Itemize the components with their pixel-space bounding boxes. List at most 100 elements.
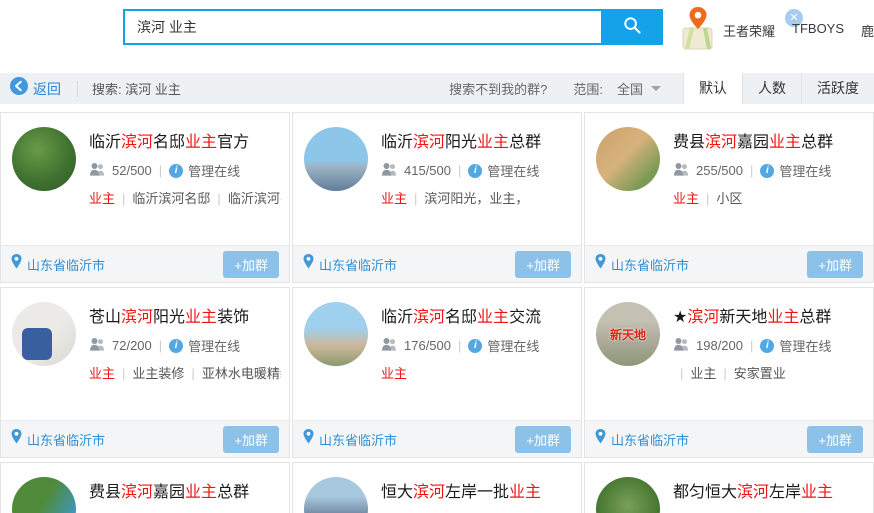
join-group-button[interactable]: +加群: [223, 426, 279, 453]
location-text: 山东省临沂市: [611, 255, 689, 274]
chevron-down-icon: [651, 86, 661, 91]
location-text: 山东省临沂市: [27, 430, 105, 449]
members-icon: [89, 337, 106, 354]
info-icon: i: [760, 339, 774, 353]
group-title[interactable]: 恒大滨河左岸一批业主: [381, 478, 573, 502]
title-text: 费县: [89, 484, 121, 501]
info-icon: i: [760, 164, 774, 178]
location-pin-icon: [11, 429, 22, 449]
title-highlight: 业主: [477, 309, 509, 326]
meta-divider: |: [743, 338, 760, 353]
info-icon: i: [169, 164, 183, 178]
group-tags: 业主|小区: [673, 188, 865, 207]
group-location: 山东省临沂市: [11, 254, 105, 274]
filter-toolbar: 返回 搜索: 滨河 业主 搜索不到我的群? 范围: 全国 默认 人数 活跃度: [0, 73, 874, 104]
title-highlight: 业主: [509, 484, 541, 501]
group-avatar[interactable]: [304, 477, 368, 513]
title-text: 交流: [509, 309, 541, 326]
group-card: 临沂滨河名邸业主官方52/500|i管理在线业主|临沂滨河名邸|临沂滨河名...…: [0, 112, 290, 283]
members-icon: [673, 162, 690, 179]
group-avatar[interactable]: [12, 127, 76, 191]
info-icon: i: [169, 339, 183, 353]
admin-online-status: 管理在线: [779, 161, 831, 180]
tag: 临沂滨河名邸: [132, 191, 210, 206]
hot-link-luhan[interactable]: 鹿晗: [861, 21, 874, 40]
toolbar-right: 搜索不到我的群? 范围: 全国 默认 人数 活跃度: [449, 73, 874, 104]
scope-dropdown[interactable]: 全国: [617, 79, 661, 98]
location-pin-icon: [595, 254, 606, 274]
title-text: 名邸: [445, 309, 477, 326]
search-input[interactable]: [123, 9, 601, 45]
join-group-button[interactable]: +加群: [515, 251, 571, 278]
title-highlight: 滨河: [737, 484, 769, 501]
group-card: 新天地★滨河新天地业主总群198/200|i管理在线|业主|安家置业山东省临沂市…: [584, 287, 874, 458]
tab-default[interactable]: 默认: [683, 73, 742, 104]
title-highlight: 滨河: [413, 134, 445, 151]
title-text: 苍山: [89, 309, 121, 326]
group-card: 临沂滨河名邸业主交流176/500|i管理在线业主山东省临沂市+加群: [292, 287, 582, 458]
back-button[interactable]: 返回: [10, 77, 61, 100]
join-group-button[interactable]: +加群: [807, 251, 863, 278]
group-title[interactable]: 费县滨河嘉园业主总群: [673, 128, 865, 152]
group-avatar[interactable]: [12, 302, 76, 366]
group-title[interactable]: ★滨河新天地业主总群: [673, 303, 865, 327]
group-avatar[interactable]: [304, 302, 368, 366]
location-pin-icon: [303, 254, 314, 274]
title-text: 费县: [673, 134, 705, 151]
tag-highlight: 业主: [381, 191, 407, 206]
title-text: ★: [673, 309, 687, 326]
group-avatar[interactable]: [12, 477, 76, 513]
title-text: 都匀恒大: [673, 484, 737, 501]
group-title[interactable]: 临沂滨河名邸业主交流: [381, 303, 573, 327]
group-location: 山东省临沂市: [303, 429, 397, 449]
title-text: 阳光: [153, 309, 185, 326]
cant-find-group-link[interactable]: 搜索不到我的群?: [449, 79, 547, 98]
scope-label: 范围:: [573, 79, 603, 98]
tag: 临沂滨河名...: [228, 191, 281, 206]
group-avatar[interactable]: [596, 127, 660, 191]
hot-link-wangzherongyao[interactable]: 王者荣耀: [723, 21, 775, 40]
join-group-button[interactable]: +加群: [515, 426, 571, 453]
group-avatar[interactable]: [304, 127, 368, 191]
group-meta: 52/500|i管理在线: [89, 161, 281, 180]
group-title[interactable]: 费县滨河嘉园业主总群: [89, 478, 281, 502]
meta-divider: |: [743, 163, 760, 178]
title-highlight: 业主: [185, 484, 217, 501]
tag-highlight: 业主: [673, 191, 699, 206]
group-card: 苍山滨河阳光业主装饰72/200|i管理在线业主|业主装修|亚林水电暖精装|..…: [0, 287, 290, 458]
meta-divider: |: [152, 163, 169, 178]
tab-member-count[interactable]: 人数: [742, 73, 801, 104]
join-group-button[interactable]: +加群: [223, 251, 279, 278]
admin-online-status: 管理在线: [188, 336, 240, 355]
group-meta: 72/200|i管理在线: [89, 336, 281, 355]
title-highlight: 滨河: [413, 484, 445, 501]
group-title[interactable]: 临沂滨河名邸业主官方: [89, 128, 281, 152]
hot-link-tfboys[interactable]: TFBOYS: [792, 21, 844, 40]
title-text: 临沂: [381, 134, 413, 151]
title-text: 总群: [799, 309, 831, 326]
group-avatar[interactable]: 新天地: [596, 302, 660, 366]
tag: 业主: [690, 366, 716, 381]
card-footer: 山东省临沂市+加群: [293, 245, 581, 282]
group-card: 费县滨河嘉园业主总群 255/500|i 管理在线业主|小区山东省临沂市 +加群: [584, 112, 874, 283]
admin-online-status: 管理在线: [487, 161, 539, 180]
group-title[interactable]: 临沂滨河阳光业主总群: [381, 128, 573, 152]
members-icon: [381, 162, 398, 179]
scope-value: 全国: [617, 79, 643, 98]
group-title[interactable]: 都匀恒大滨河左岸业主: [673, 478, 865, 502]
tab-activity[interactable]: 活跃度: [801, 73, 874, 104]
title-text: 嘉园: [153, 484, 185, 501]
members-icon: [89, 162, 106, 179]
group-title[interactable]: 苍山滨河阳光业主装饰: [89, 303, 281, 327]
group-location: 山东省临沂市: [595, 254, 689, 274]
search-button[interactable]: [601, 9, 663, 45]
join-group-button[interactable]: +加群: [807, 426, 863, 453]
search-query-label: 搜索: 滨河 业主: [92, 79, 181, 98]
location-text: 山东省临沂市: [27, 255, 105, 274]
group-avatar[interactable]: [596, 477, 660, 513]
hot-search-links: 王者荣耀 TFBOYS 鹿晗: [723, 21, 874, 40]
member-count: 255/500: [696, 163, 743, 178]
location-pin-icon: [595, 429, 606, 449]
map-location-icon[interactable]: [681, 6, 715, 57]
info-icon: i: [468, 164, 482, 178]
